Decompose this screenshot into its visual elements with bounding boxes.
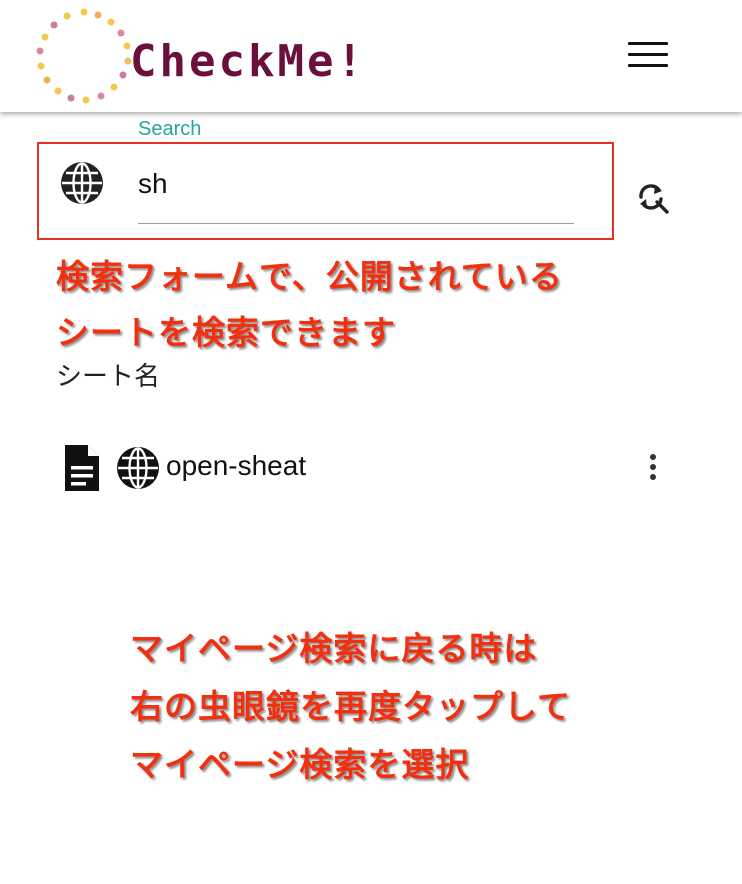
annotation-search-note-line1: 検索フォームで、公開されている: [56, 257, 563, 296]
search-input[interactable]: [138, 164, 574, 204]
globe-icon: [61, 162, 103, 204]
annotation-return-note-line2: 右の虫眼鏡を再度タップして: [130, 687, 572, 726]
list-item[interactable]: open-sheat: [48, 432, 688, 504]
annotation-return-note-line1: マイページ検索に戻る時は: [130, 629, 538, 668]
document-icon: [65, 445, 99, 491]
app-header: CheckMe!: [0, 0, 742, 112]
search-underline: [138, 223, 574, 224]
logo-dots-icon: [36, 8, 132, 104]
search-label: Search: [138, 118, 202, 140]
globe-icon: [117, 447, 159, 489]
more-vert-icon[interactable]: [642, 454, 664, 488]
search-refresh-icon[interactable]: [637, 182, 671, 216]
annotation-return-note-line3: マイページ検索を選択: [130, 745, 470, 784]
sheet-name: open-sheat: [166, 450, 307, 481]
hamburger-menu-button[interactable]: [628, 42, 668, 72]
app-logo-text: CheckMe!: [130, 36, 366, 87]
hamburger-menu-icon: [628, 42, 668, 45]
list-column-header: シート名: [56, 362, 161, 392]
annotation-search-note-line2: シートを検索できます: [56, 313, 396, 352]
